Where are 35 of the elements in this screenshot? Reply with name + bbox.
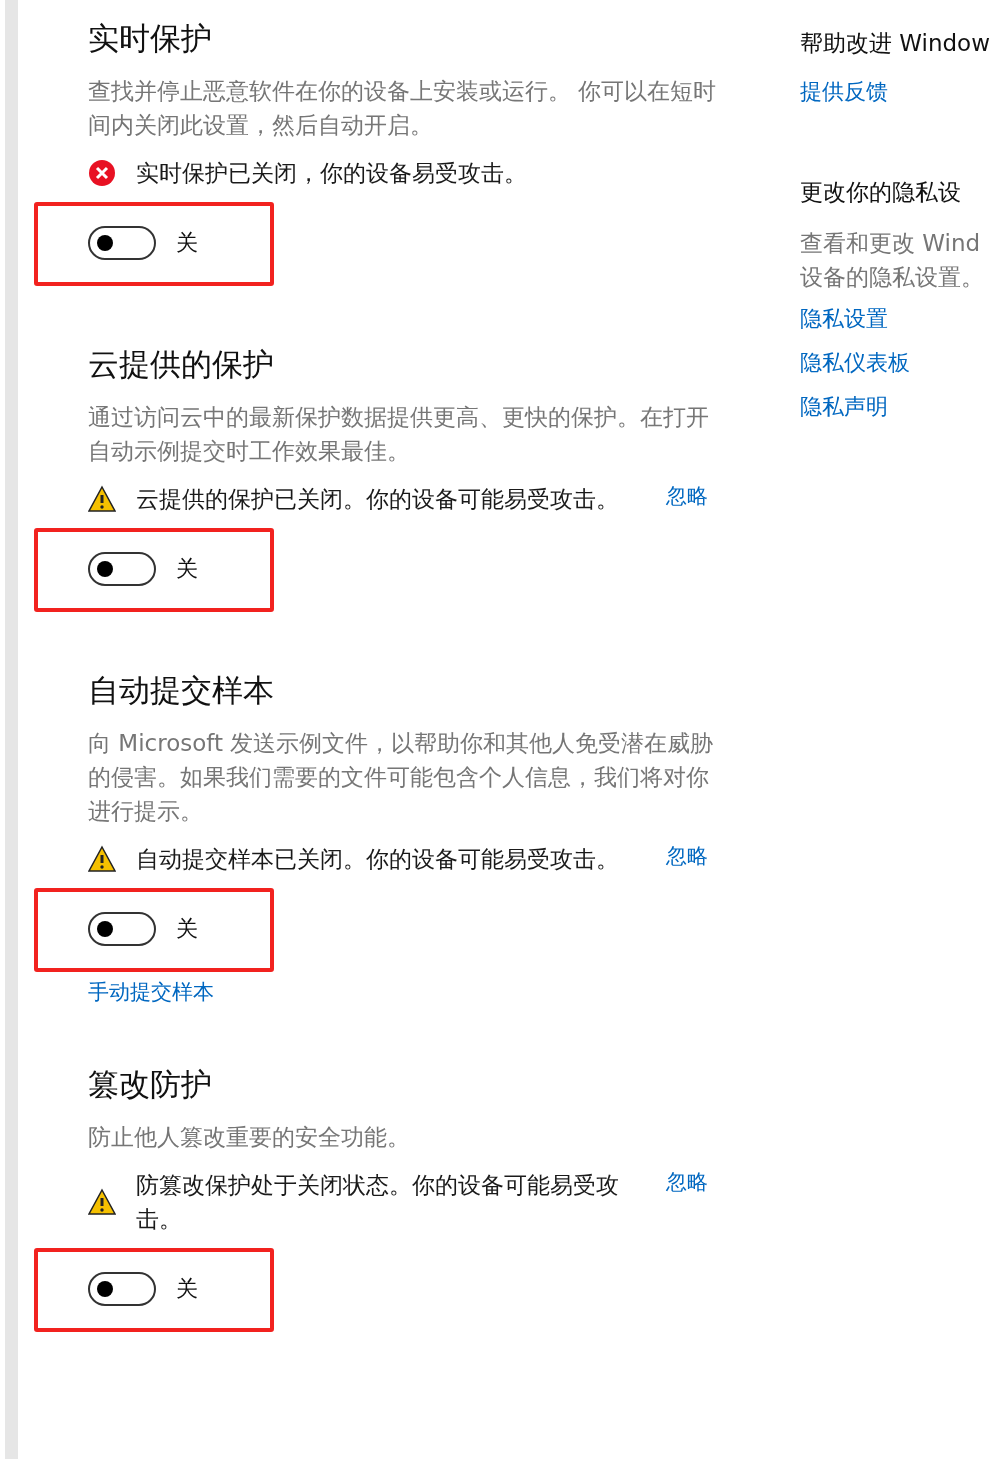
section-title: 云提供的保护	[88, 345, 275, 384]
dismiss-link[interactable]: 忽略	[666, 842, 708, 870]
alert-text: 云提供的保护已关闭。你的设备可能易受攻击。	[136, 485, 620, 514]
warning-icon	[88, 1188, 116, 1216]
side-link[interactable]: 提供反馈	[800, 77, 1000, 107]
warning-icon	[88, 845, 116, 873]
side-heading: 帮助改进 Window	[800, 29, 991, 58]
section-description: 通过访问云中的最新保护数据提供更高、更快的保护。在打开自动示例提交时工作效果最佳。	[88, 403, 710, 466]
toggle-label: 关	[176, 1275, 198, 1303]
side-link[interactable]: 隐私仪表板	[800, 348, 1000, 378]
section-description: 查找并停止恶意软件在你的设备上安装或运行。 你可以在短时间内关闭此设置，然后自动开启。	[88, 77, 718, 140]
dismiss-link[interactable]: 忽略	[666, 482, 708, 510]
side-description: 查看和更改 Wind 设备的隐私设置。	[800, 229, 985, 292]
toggle-switch[interactable]	[88, 226, 156, 260]
toggle-switch[interactable]	[88, 1272, 156, 1306]
toggle-switch[interactable]	[88, 552, 156, 586]
dismiss-link[interactable]: 忽略	[666, 1168, 708, 1196]
section-title: 自动提交样本	[88, 671, 275, 710]
toggle-switch[interactable]	[88, 912, 156, 946]
section-description: 防止他人篡改重要的安全功能。	[88, 1123, 411, 1152]
side-heading: 更改你的隐私设	[800, 178, 962, 207]
section-description: 向 Microsoft 发送示例文件，以帮助你和其他人免受潜在威胁的侵害。如果我们需要的文件可能包含个人信息，我们将对你进行提示。	[88, 729, 715, 826]
alert-text: 实时保护已关闭，你的设备易受攻击。	[136, 159, 528, 188]
error-icon	[88, 159, 116, 187]
alert-text: 自动提交样本已关闭。你的设备可能易受攻击。	[136, 845, 620, 874]
section-title: 实时保护	[88, 19, 213, 58]
alert-text: 防篡改保护处于关闭状态。你的设备可能易受攻击。	[136, 1171, 620, 1234]
toggle-label: 关	[176, 915, 198, 943]
submit-link[interactable]: 手动提交样本	[88, 978, 723, 1006]
warning-icon	[88, 485, 116, 513]
section-title: 篡改防护	[88, 1065, 213, 1104]
toggle-label: 关	[176, 229, 198, 257]
side-link[interactable]: 隐私声明	[800, 392, 1000, 422]
toggle-label: 关	[176, 555, 198, 583]
side-link[interactable]: 隐私设置	[800, 304, 1000, 334]
